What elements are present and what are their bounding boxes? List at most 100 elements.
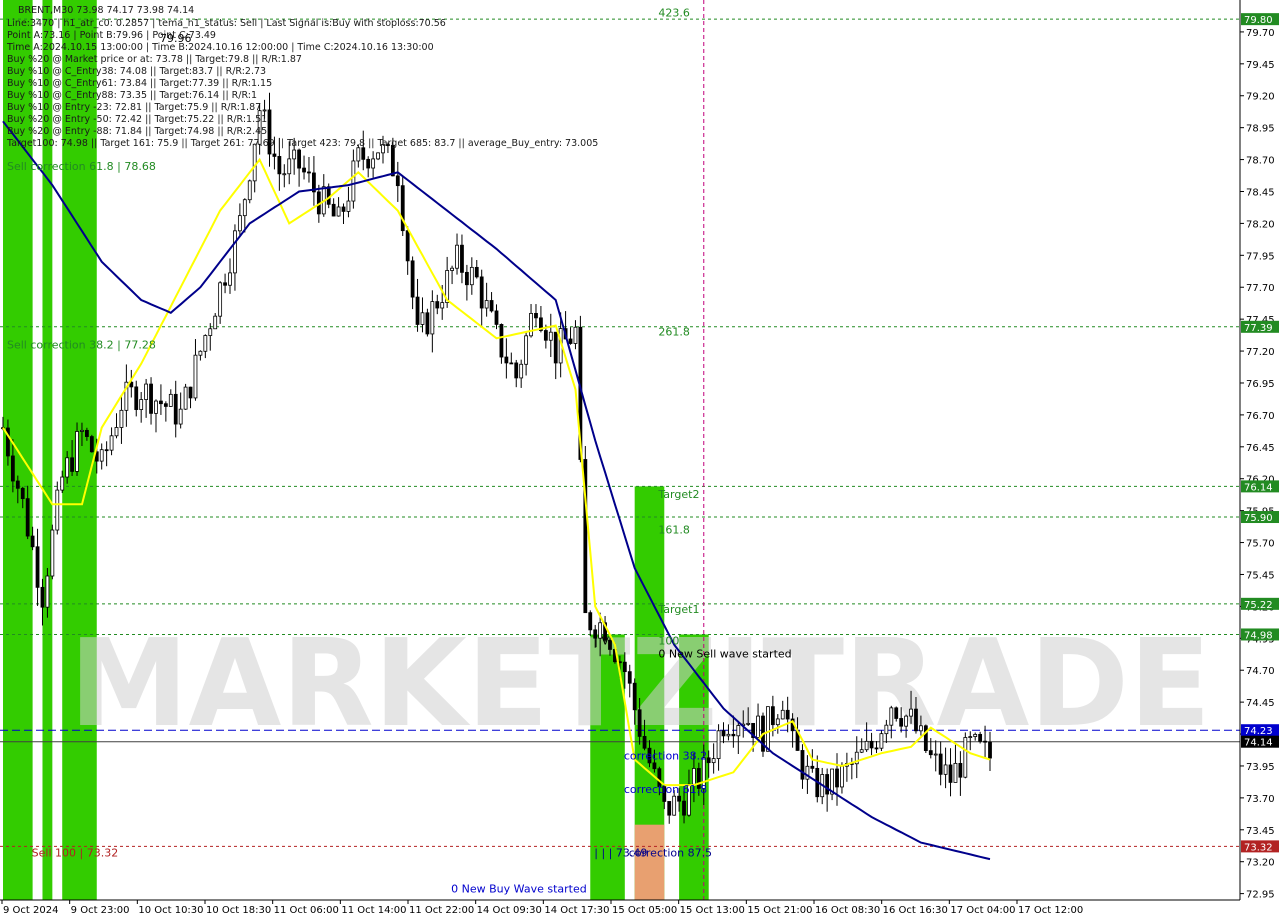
candle-body [573,326,578,344]
candle-body [627,671,632,684]
candle-body [89,436,94,453]
price-tick-label: 77.20 [1246,347,1275,358]
candle-body [109,435,114,451]
price-tick-label: 76.70 [1246,411,1275,422]
candle-body [20,487,25,500]
candle-body [198,350,203,356]
price-level-tag-label: 74.14 [1244,738,1273,749]
candle-body [519,363,524,379]
candle-body [667,801,672,816]
candle-body [233,230,237,274]
chart-annotation: Sell correction 38.2 | 77.28 [7,339,156,352]
candle-body [208,328,213,336]
candle-body [721,730,726,737]
candle-body [474,266,479,278]
price-tick-label: 79.45 [1246,60,1275,71]
candle-body [400,185,405,232]
candle-body [139,399,144,410]
price-tick-label: 76.45 [1246,443,1275,454]
candle-body [154,400,158,414]
price-tick-label: 78.20 [1246,219,1275,230]
time-tick-label: 10 Oct 18:30 [206,905,271,916]
candle-body [716,730,721,760]
candle-body [756,715,760,738]
candle-body [504,356,509,364]
candle-body [746,722,751,725]
price-tick-label: 77.95 [1246,251,1275,262]
candle-body [652,762,657,770]
candle-body [356,147,361,162]
price-level-tag-label: 75.22 [1244,600,1273,611]
candle-body [775,718,780,726]
candle-body [351,160,356,202]
candle-body [302,167,306,173]
time-tick-label: 11 Oct 06:00 [274,905,339,916]
candle-body [919,725,923,732]
time-tick-label: 11 Oct 14:00 [341,905,406,916]
candle-body [366,158,371,169]
time-tick-label: 17 Oct 12:00 [1018,905,1083,916]
price-tick-label: 78.45 [1246,187,1275,198]
candle-body [963,737,968,778]
candle-body [326,186,331,205]
candle-body [825,774,830,795]
price-tick-label: 74.70 [1246,666,1275,677]
candle-body [277,156,282,175]
candle-body [99,449,104,462]
candle-body [484,300,489,309]
price-tick-label: 74.45 [1246,698,1275,709]
candle-body [637,709,642,737]
candle-body [770,706,775,726]
candle-body [983,740,987,743]
candle-body [731,733,736,737]
candle-body [455,244,459,269]
info-line: Buy %10 @ C_Entry38: 74.08 || Target:83.… [7,66,266,77]
candle-body [168,393,173,407]
candle-body [183,386,188,410]
price-tick-label: 73.45 [1246,826,1275,837]
candle-body [203,335,208,352]
candle-body [874,747,879,750]
candle-body [706,757,711,764]
candle-body [711,758,716,764]
candle-body [958,762,963,778]
chart-annotation: Sell correction 61.8 | 78.68 [7,160,156,173]
candle-body [287,158,292,175]
info-line: Buy %10 @ C_Entry88: 73.35 || Target:76.… [7,90,257,101]
price-level-tag-label: 74.23 [1244,726,1273,737]
candle-body [489,300,494,312]
candle-body [588,612,593,631]
price-tick-label: 75.70 [1246,539,1275,550]
candle-body [968,736,973,738]
candle-body [923,725,928,752]
candle-body [262,109,267,112]
chart-annotation: 161.8 [658,524,690,537]
candle-body [35,546,40,588]
price-tick-label: 73.95 [1246,762,1275,773]
candle-body [509,362,514,365]
price-tick-label: 73.20 [1246,858,1275,869]
time-tick-label: 15 Oct 21:00 [747,905,812,916]
info-line: Point A:73.16 | Point B:79.96 | Point C:… [7,30,216,41]
candle-body [889,707,894,726]
candle-body [405,230,410,262]
candle-body [60,476,65,491]
candle-body [435,301,440,309]
candle-body [440,302,445,309]
time-tick-label: 16 Oct 08:30 [815,905,880,916]
candle-body [677,795,681,802]
candle-body [390,144,395,177]
candle-body [988,741,992,759]
candle-body [948,764,953,783]
candle-body [297,149,302,169]
candle-body [682,800,686,816]
candle-body [55,489,60,531]
candle-body [840,765,844,788]
price-tick-label: 79.70 [1246,28,1275,39]
candle-body [548,331,553,341]
candle-body [899,718,904,727]
candle-body [785,709,790,720]
candle-body [953,762,958,783]
candle-body [420,312,425,325]
candle-body [450,267,454,271]
